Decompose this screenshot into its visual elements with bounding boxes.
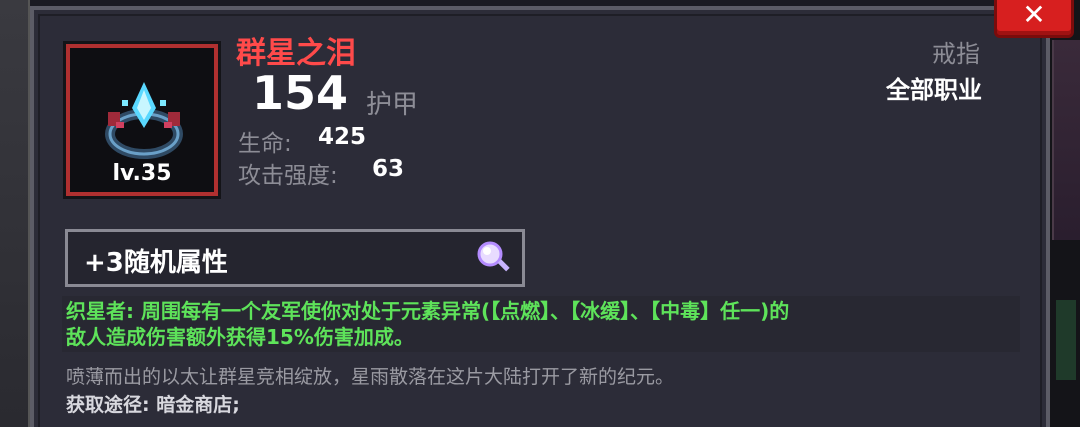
- item-type: 戒指: [932, 40, 980, 68]
- stat-value-hp: 425: [318, 124, 367, 150]
- random-attribute-box[interactable]: +3随机属性: [65, 229, 525, 287]
- star-ring-icon: [105, 82, 183, 159]
- stat-label-attack: 攻击强度:: [238, 163, 338, 189]
- special-effect-line: 织星者: 周围每有一个友军使你对处于元素异常(【点燃】、【冰缓】、【中毒】任一)…: [66, 299, 790, 323]
- item-class-requirement: 全部职业: [886, 76, 982, 104]
- item-level: lv.35: [112, 161, 172, 186]
- background-decoration: [1052, 40, 1080, 240]
- background-left-edge: [0, 0, 30, 427]
- main-stat-value: 154: [252, 66, 349, 120]
- close-icon: ✕: [1022, 0, 1046, 31]
- random-attribute-label: +3随机属性: [84, 248, 228, 278]
- flavor-text: 喷薄而出的以太让群星竞相绽放，星雨散落在这片大陆打开了新的纪元。: [66, 366, 675, 388]
- special-effect: 织星者: 周围每有一个友军使你对处于元素异常(【点燃】、【冰缓】、【中毒】任一)…: [66, 298, 1016, 350]
- item-icon-frame[interactable]: lv.35: [66, 44, 218, 196]
- close-button[interactable]: ✕: [994, 0, 1074, 38]
- background-decoration: [1056, 300, 1076, 380]
- acquisition-source: 获取途径: 暗金商店;: [66, 394, 240, 416]
- special-effect-line: 敌人造成伤害额外获得15%伤害加成。: [66, 325, 414, 349]
- magnifier-icon[interactable]: [474, 238, 514, 278]
- main-stat-label: 护甲: [366, 90, 419, 120]
- stat-value-attack: 63: [372, 156, 405, 182]
- stat-label-hp: 生命:: [238, 131, 292, 157]
